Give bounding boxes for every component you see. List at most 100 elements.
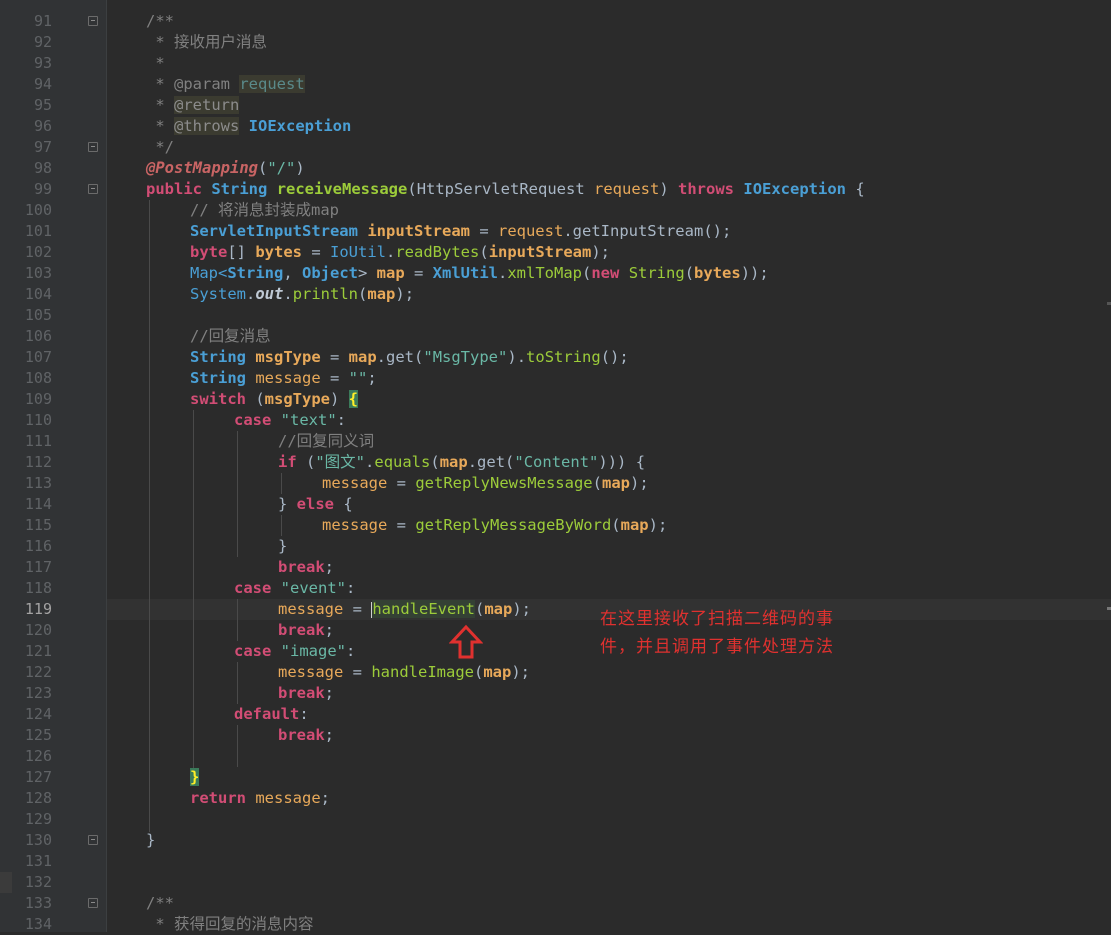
fold-icon[interactable] — [88, 835, 98, 845]
line-number: 98 — [33, 159, 52, 177]
code-line[interactable]: default: — [234, 704, 309, 725]
code-line[interactable]: Map<String, Object> map = XmlUtil.xmlToM… — [190, 263, 769, 284]
indent-guide — [237, 725, 238, 767]
code-line[interactable]: case "event": — [234, 578, 355, 599]
code-line[interactable]: //回复同义词 — [278, 431, 374, 452]
indent-guide — [237, 662, 238, 704]
fold-icon[interactable] — [88, 898, 98, 908]
line-number: 126 — [24, 747, 52, 765]
line-number: 92 — [33, 33, 52, 51]
code-line[interactable]: break; — [278, 683, 334, 704]
scrollbar-marker — [1107, 607, 1111, 610]
code-line[interactable]: // 将消息封装成map — [190, 200, 339, 221]
code-line[interactable]: ServletInputStream inputStream = request… — [190, 221, 731, 242]
line-number: 114 — [24, 495, 52, 513]
fold-icon[interactable] — [88, 142, 98, 152]
line-number: 120 — [24, 621, 52, 639]
line-number: 91 — [33, 12, 52, 30]
line-number: 100 — [24, 201, 52, 219]
code-line[interactable]: return message; — [190, 788, 330, 809]
code-line[interactable]: } — [278, 536, 287, 557]
line-number: 129 — [24, 810, 52, 828]
code-line[interactable]: @PostMapping("/") — [146, 158, 305, 179]
line-number: 107 — [24, 348, 52, 366]
code-line[interactable]: } — [146, 830, 155, 851]
line-number: 131 — [24, 852, 52, 870]
line-number: 90 — [12, 0, 52, 6]
code-line[interactable]: } else { — [278, 494, 353, 515]
code-line[interactable]: message = handleImage(map); — [278, 662, 530, 683]
fold-icon[interactable] — [88, 184, 98, 194]
line-number: 127 — [24, 768, 52, 786]
line-number: 103 — [24, 264, 52, 282]
line-number: 104 — [24, 285, 52, 303]
line-number: 105 — [24, 306, 52, 324]
scrollbar-marker — [1107, 302, 1111, 305]
code-line[interactable]: byte[] bytes = IoUtil.readBytes(inputStr… — [190, 242, 610, 263]
indent-guide — [281, 515, 282, 536]
code-line[interactable]: System.out.println(map); — [190, 284, 414, 305]
code-line[interactable]: * 接收用户消息 — [146, 32, 267, 53]
line-number: 130 — [24, 831, 52, 849]
annotation-text: 在这里接收了扫描二维码的事 — [600, 609, 834, 629]
code-editor[interactable]: 90 91 92 93 94 95 96 97 98 99 100 101 102 103 104 105 1… — [0, 0, 1111, 933]
line-number: 116 — [24, 537, 52, 555]
code-line[interactable]: if ("图文".equals(map.get("Content"))) { — [278, 452, 645, 473]
line-number: 97 — [33, 138, 52, 156]
line-number: 132 — [24, 873, 52, 891]
fold-icon[interactable] — [88, 16, 98, 26]
code-line[interactable]: case "image": — [234, 641, 355, 662]
line-number: 118 — [24, 579, 52, 597]
line-number: 115 — [24, 516, 52, 534]
code-line[interactable]: /** — [146, 893, 174, 914]
indent-guide — [237, 431, 238, 557]
indent-guide — [149, 200, 150, 832]
line-number: 110 — [24, 411, 52, 429]
line-number: 125 — [24, 726, 52, 744]
code-line[interactable]: public String receiveMessage(HttpServlet… — [146, 179, 865, 200]
code-line[interactable]: break; — [278, 557, 334, 578]
line-number: 117 — [24, 558, 52, 576]
code-line[interactable]: * — [146, 53, 164, 74]
strip-marker — [0, 872, 12, 893]
gutter-separator — [106, 0, 107, 932]
line-number: 99 — [33, 180, 52, 198]
code-line[interactable]: /** — [146, 11, 174, 32]
indent-guide — [193, 410, 194, 768]
annotation-text: 件，并且调用了事件处理方法 — [600, 637, 834, 657]
line-number: 93 — [33, 54, 52, 72]
code-line[interactable]: * @param request — [146, 74, 305, 95]
line-number: 111 — [24, 432, 52, 450]
line-number: 128 — [24, 789, 52, 807]
code-line[interactable]: break; — [278, 725, 334, 746]
code-line[interactable]: String message = ""; — [190, 368, 377, 389]
code-line[interactable]: break; — [278, 620, 334, 641]
code-line[interactable]: */ — [146, 137, 174, 158]
indent-guide — [281, 473, 282, 494]
code-line[interactable]: message = handleEvent(map); — [278, 599, 531, 620]
line-number: 121 — [24, 642, 52, 660]
line-number: 96 — [33, 117, 52, 135]
code-line[interactable]: message = getReplyMessageByWord(map); — [322, 515, 667, 536]
line-number: 122 — [24, 663, 52, 681]
code-line[interactable]: //回复消息 — [190, 326, 271, 347]
code-line[interactable]: switch (msgType) { — [190, 389, 359, 410]
line-number: 133 — [24, 894, 52, 912]
line-number: 108 — [24, 369, 52, 387]
line-number: 113 — [24, 474, 52, 492]
line-number: 102 — [24, 243, 52, 261]
left-tool-strip — [0, 0, 12, 932]
code-line[interactable]: String msgType = map.get("MsgType").toSt… — [190, 347, 629, 368]
line-number: 106 — [24, 327, 52, 345]
line-number: 94 — [33, 75, 52, 93]
code-line[interactable]: * @return — [146, 95, 240, 116]
code-line[interactable]: * @throws IOException — [146, 116, 351, 137]
code-line[interactable]: } — [190, 767, 200, 788]
up-arrow-icon — [449, 624, 483, 659]
code-line[interactable]: message = getReplyNewsMessage(map); — [322, 473, 649, 494]
code-line[interactable]: case "text": — [234, 410, 346, 431]
line-number: 109 — [24, 390, 52, 408]
line-number: 124 — [24, 705, 52, 723]
indent-guide — [237, 599, 238, 641]
line-number: 123 — [24, 684, 52, 702]
